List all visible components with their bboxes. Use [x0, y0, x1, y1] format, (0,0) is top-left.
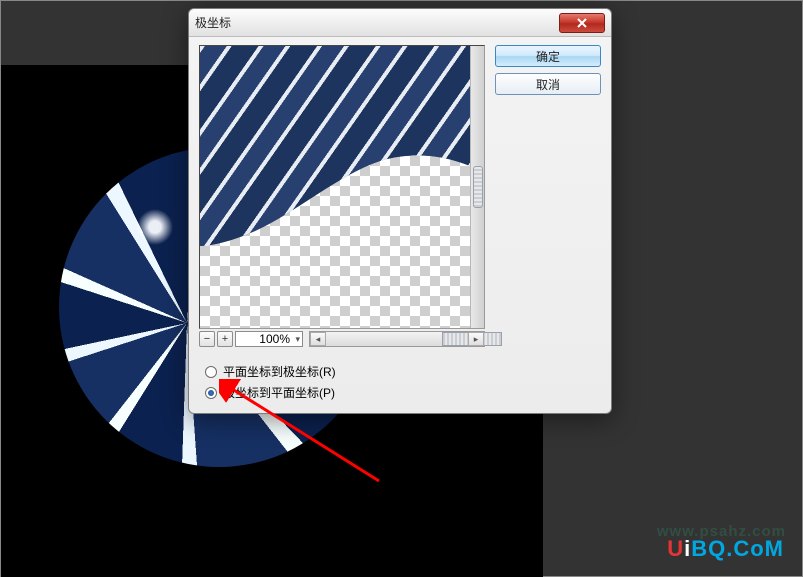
zoom-value-box[interactable]: 100% ▾	[235, 331, 303, 347]
ok-button[interactable]: 确定	[495, 45, 601, 67]
cancel-button[interactable]: 取消	[495, 73, 601, 95]
scroll-thumb[interactable]	[473, 166, 483, 208]
option-polar-to-rect[interactable]: 极坐标到平面坐标(P)	[205, 384, 485, 401]
close-button[interactable]	[559, 13, 605, 33]
zoom-in-button[interactable]: +	[217, 331, 233, 347]
option-label: 平面坐标到极坐标(R)	[223, 363, 336, 380]
zoom-bar: − + 100% ▾ ◂ ▸	[199, 329, 485, 349]
watermark: www.psahz.com U i BQ.CoM	[667, 536, 784, 562]
options-group: 平面坐标到极坐标(R) 极坐标到平面坐标(P)	[199, 349, 485, 405]
button-label: 确定	[536, 48, 560, 65]
option-label: 极坐标到平面坐标(P)	[223, 384, 335, 401]
dialog-title: 极坐标	[195, 14, 231, 31]
button-label: 取消	[536, 76, 560, 93]
zoom-out-button[interactable]: −	[199, 331, 215, 347]
preview-area[interactable]	[199, 45, 485, 329]
radio-icon	[205, 366, 217, 378]
dialog-body: − + 100% ▾ ◂ ▸ 平面坐标到极坐标(R)	[189, 37, 611, 413]
scroll-left-arrow[interactable]: ◂	[310, 332, 326, 346]
vertical-scrollbar[interactable]	[470, 46, 484, 328]
titlebar[interactable]: 极坐标	[189, 9, 611, 37]
left-column: − + 100% ▾ ◂ ▸ 平面坐标到极坐标(R)	[199, 45, 485, 405]
zoom-value: 100%	[259, 332, 290, 346]
scroll-right-arrow[interactable]: ▸	[468, 332, 484, 346]
option-rect-to-polar[interactable]: 平面坐标到极坐标(R)	[205, 363, 485, 380]
horizontal-scrollbar[interactable]: ◂ ▸	[309, 331, 485, 347]
radio-icon	[205, 387, 217, 399]
watermark-ghost: www.psahz.com	[657, 523, 786, 540]
close-icon	[577, 18, 587, 28]
chevron-down-icon: ▾	[295, 334, 300, 345]
right-column: 确定 取消	[485, 45, 601, 405]
polar-coordinates-dialog: 极坐标 − + 100% ▾ ◂	[188, 8, 612, 414]
